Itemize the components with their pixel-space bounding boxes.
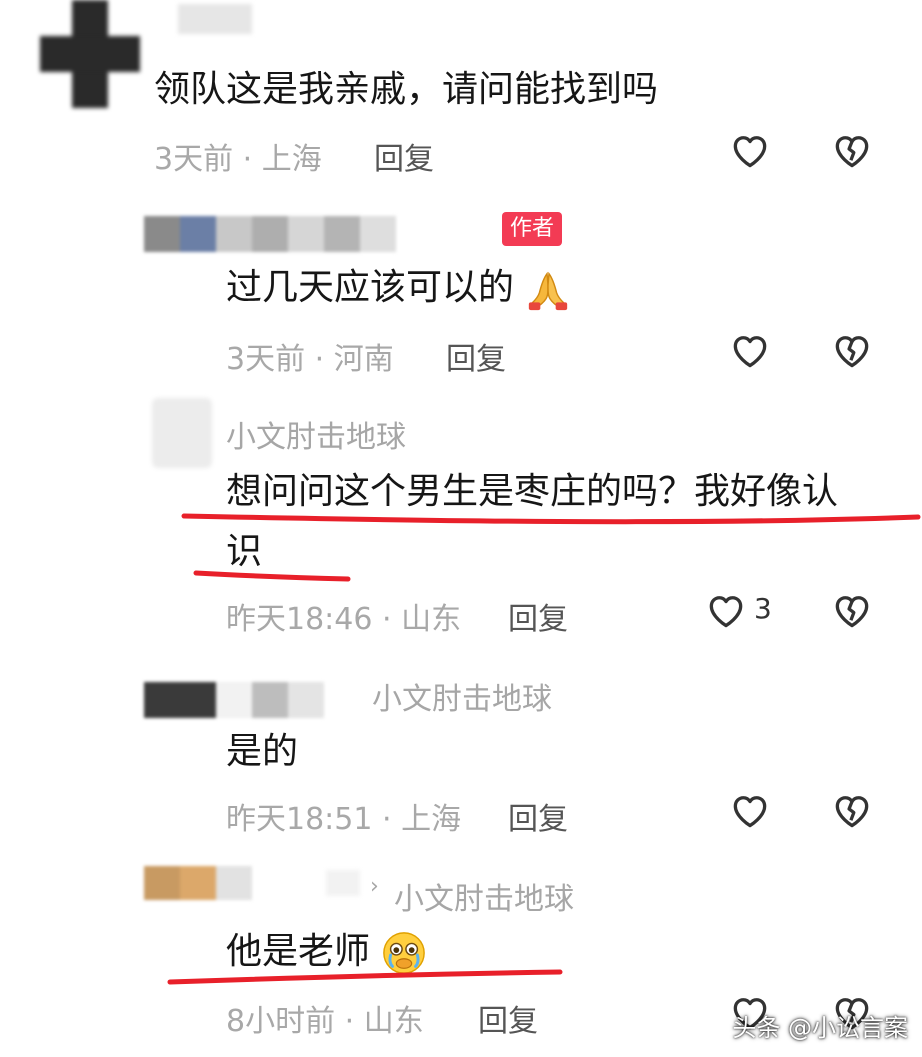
watermark: 头条 @小讼言案 [732, 1014, 908, 1042]
reply-button[interactable]: 回复 [508, 594, 568, 638]
comment-text: 他是老师 [226, 930, 427, 976]
timestamp: 昨天18:51 [226, 802, 373, 837]
broken-heart-icon [835, 796, 869, 828]
reply-button[interactable]: 回复 [446, 334, 506, 378]
comment-text: 是的 [226, 731, 299, 772]
crying-face-emoji [383, 932, 426, 974]
separator: · [344, 1004, 355, 1039]
separator: · [382, 602, 392, 637]
timestamp: 3天前 [154, 142, 234, 177]
like-count: 3 [754, 592, 772, 625]
avatar-redacted[interactable] [144, 866, 252, 900]
username-redacted [144, 216, 396, 252]
comment-text-content: 他是老师 [226, 931, 371, 972]
username-redacted [178, 4, 252, 34]
avatar-redacted[interactable] [144, 682, 324, 718]
comment-meta: 昨天18:46 · 山东 [226, 594, 461, 638]
username[interactable]: 小文肘击地球 [226, 412, 406, 456]
dislike-button[interactable] [830, 588, 874, 632]
heart-outline-icon [733, 136, 767, 168]
heart-outline-icon [733, 336, 767, 368]
dislike-button[interactable] [830, 788, 874, 832]
dislike-button[interactable] [830, 128, 874, 172]
like-button[interactable] [728, 128, 772, 172]
timestamp: 8小时前 [226, 1004, 336, 1039]
location: 上海 [401, 802, 462, 837]
comment-meta: 3天前 · 上海 [154, 134, 322, 178]
reply-to-label[interactable]: 小文肘击地球 [372, 674, 552, 718]
comment-meta: 8小时前 · 山东 [226, 996, 424, 1040]
avatar[interactable] [40, 0, 140, 108]
separator: · [382, 802, 392, 837]
location: 上海 [261, 142, 322, 177]
comment-text-line2: 识 [226, 531, 263, 572]
separator: · [314, 342, 325, 377]
broken-heart-icon [835, 336, 869, 368]
reply-button[interactable]: 回复 [374, 134, 434, 178]
username-redacted [326, 870, 360, 896]
broken-heart-icon [835, 136, 869, 168]
like-button[interactable] [728, 788, 772, 832]
comment-text: 想问问这个男生是枣庄的吗？我好像认 [226, 471, 839, 512]
heart-outline-icon [709, 596, 743, 628]
timestamp: 3天前 [226, 342, 306, 377]
heart-outline-icon [733, 796, 767, 828]
location: 河南 [333, 342, 394, 377]
reply-button[interactable]: 回复 [478, 996, 538, 1040]
avatar[interactable] [152, 398, 212, 468]
author-badge: 作者 [502, 212, 563, 246]
comment-meta: 昨天18:51 · 上海 [226, 794, 461, 838]
location: 山东 [401, 602, 462, 637]
dislike-button[interactable] [830, 328, 874, 372]
like-button[interactable]: 3 [704, 588, 794, 632]
reply-button[interactable]: 回复 [508, 794, 568, 838]
separator: · [242, 142, 253, 177]
broken-heart-icon [835, 596, 869, 628]
reply-to-label[interactable]: 小文肘击地球 [394, 874, 574, 918]
reply-arrow: › [370, 874, 379, 899]
comment-text: 过几天应该可以的 [226, 266, 571, 312]
comment-text-content: 过几天应该可以的 [226, 267, 515, 308]
folded-hands-emoji [529, 271, 568, 311]
location: 山东 [363, 1004, 424, 1039]
comment-text: 领队这是我亲戚，请问能找到吗 [154, 69, 659, 110]
comment-meta: 3天前 · 河南 [226, 334, 394, 378]
like-button[interactable] [728, 328, 772, 372]
timestamp: 昨天18:46 [226, 602, 373, 637]
